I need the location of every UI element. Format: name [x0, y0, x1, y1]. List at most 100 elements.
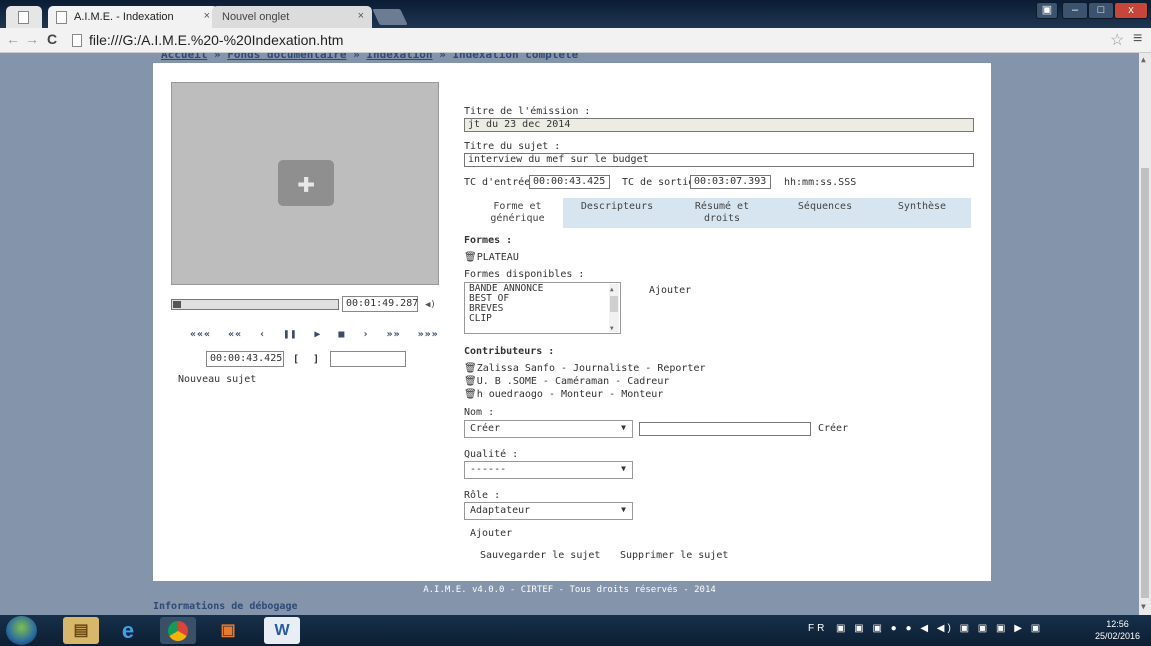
player-tc-out-field[interactable]	[330, 351, 406, 367]
tab-label: droits	[703, 213, 741, 224]
player-controls: ««« «« ‹ ❚❚ ▶ ■ › »» »»»	[190, 329, 449, 340]
close-window-button[interactable]: x	[1114, 2, 1148, 19]
video-player[interactable]: ✚	[171, 82, 439, 285]
word-icon[interactable]: W	[264, 617, 300, 644]
debug-info-link[interactable]: Informations de débogage	[153, 601, 298, 612]
role-label: Rôle :	[464, 490, 501, 501]
stop-button[interactable]: ■	[338, 329, 345, 340]
page-icon	[56, 11, 67, 24]
user-icon[interactable]: ▣	[1036, 2, 1058, 19]
breadcrumb-separator: »	[213, 53, 221, 61]
trash-icon[interactable]: 🗑	[464, 376, 477, 387]
forward-icon[interactable]: →	[25, 31, 39, 47]
bookmark-star-icon[interactable]: ☆	[1110, 30, 1124, 50]
role-select-value: Adaptateur	[470, 505, 531, 516]
emission-title-label: Titre de l'émission :	[464, 106, 591, 117]
tc-in-field[interactable]: 00:00:43.425	[529, 175, 610, 189]
role-select[interactable]: Adaptateur ▼	[464, 502, 633, 520]
nom-select[interactable]: Créer ▼	[464, 420, 633, 438]
address-bar[interactable]: file:///G:/A.I.M.E.%20-%20Indexation.htm	[89, 32, 343, 48]
nom-label: Nom :	[464, 407, 495, 418]
breadcrumb: Accueil » Fonds documentaire » Indexatio…	[161, 53, 578, 61]
breadcrumb-indexation[interactable]: Indexation	[366, 53, 432, 61]
add-forme-button[interactable]: Ajouter	[649, 285, 691, 296]
tab-forme-generique[interactable]: Forme et générique	[472, 198, 563, 228]
breadcrumb-separator: »	[439, 53, 446, 61]
qualite-select[interactable]: ------ ▼	[464, 461, 633, 479]
seek-position[interactable]	[173, 301, 181, 308]
forward-button[interactable]: »»	[387, 329, 401, 340]
close-tab-icon[interactable]: ×	[358, 10, 364, 22]
scroll-up-icon[interactable]: ▲	[610, 285, 614, 295]
page-icon	[18, 11, 29, 24]
chrome-icon[interactable]	[160, 617, 196, 644]
tab-new-tab[interactable]: Nouvel onglet ×	[212, 6, 372, 28]
seek-bar[interactable]	[171, 299, 339, 310]
trash-icon[interactable]: 🗑	[464, 252, 477, 263]
tab-descripteurs[interactable]: Descripteurs	[571, 201, 663, 213]
trash-icon[interactable]: 🗑	[464, 389, 477, 400]
page-scrollbar[interactable]: ▲ ▼	[1139, 53, 1151, 615]
tab-aime-indexation[interactable]: A.I.M.E. - Indexation ×	[48, 6, 218, 28]
scroll-thumb[interactable]	[610, 296, 618, 312]
scroll-up-icon[interactable]: ▲	[1141, 55, 1146, 64]
scroll-thumb[interactable]	[1141, 168, 1149, 598]
close-tab-icon[interactable]: ×	[204, 10, 210, 22]
internet-explorer-icon[interactable]: e	[110, 617, 146, 644]
create-contributor-button[interactable]: Créer	[818, 423, 848, 434]
subject-title-label: Titre du sujet :	[464, 141, 561, 152]
tc-out-field[interactable]: 00:03:07.393	[690, 175, 771, 189]
pinned-tab[interactable]	[6, 6, 42, 28]
breadcrumb-separator: »	[353, 53, 360, 61]
browser-title-bar: A.I.M.E. - Indexation × Nouvel onglet × …	[0, 0, 1151, 28]
breadcrumb-fonds[interactable]: Fonds documentaire	[227, 53, 346, 61]
save-subject-button[interactable]: Sauvegarder le sujet	[480, 550, 600, 561]
volume-icon[interactable]: ◀)	[425, 300, 436, 310]
plugin-missing-icon: ✚	[278, 160, 334, 206]
new-subject-link[interactable]: Nouveau sujet	[178, 374, 256, 385]
step-forward-button[interactable]: ›	[362, 329, 369, 340]
reload-icon[interactable]: C	[47, 31, 57, 47]
list-item[interactable]: CLIP	[469, 314, 616, 324]
language-indicator[interactable]: FR	[808, 623, 827, 634]
list-scrollbar[interactable]: ▲ ▼	[609, 284, 619, 332]
trash-icon[interactable]: 🗑	[464, 363, 477, 374]
back-icon[interactable]: ←	[6, 31, 20, 47]
player-tc-in-field[interactable]: 00:00:43.425	[206, 351, 284, 367]
fast-forward-button[interactable]: »»»	[418, 329, 439, 340]
tab-resume-droits[interactable]: Résumé et droits	[670, 201, 774, 225]
tab-label: générique	[490, 213, 545, 224]
pause-button[interactable]: ❚❚	[283, 329, 297, 340]
minimize-button[interactable]: –	[1062, 2, 1088, 19]
tab-sequences[interactable]: Séquences	[778, 201, 872, 213]
step-back-button[interactable]: ‹	[259, 329, 266, 340]
scroll-down-icon[interactable]: ▼	[610, 324, 614, 333]
maximize-button[interactable]: □	[1088, 2, 1114, 19]
scroll-down-icon[interactable]: ▼	[1141, 602, 1146, 611]
subject-title-field[interactable]: interview du mef sur le budget	[464, 153, 974, 167]
mark-in-button[interactable]: [	[293, 354, 299, 365]
add-contributor-button[interactable]: Ajouter	[470, 528, 512, 539]
tab-synthese[interactable]: Synthèse	[875, 201, 969, 213]
available-formes-list[interactable]: BANDE ANNONCE BEST OF BREVES CLIP ▲ ▼	[464, 282, 621, 334]
breadcrumb-home[interactable]: Accueil	[161, 53, 207, 61]
new-tab-button[interactable]	[372, 9, 408, 25]
chevron-down-icon: ▼	[621, 423, 626, 432]
system-tray-icons[interactable]: ▣ ▣ ▣ ● ● ◀ ◀) ▣ ▣ ▣ ▶ ▣	[836, 623, 1043, 634]
clock[interactable]: 12:56 25/02/2016	[1095, 618, 1140, 642]
media-player-icon[interactable]: ▣	[210, 617, 246, 644]
emission-title-field[interactable]: jt du 23 dec 2014	[464, 118, 974, 132]
fast-rewind-button[interactable]: «««	[190, 329, 211, 340]
file-explorer-icon[interactable]: ▤	[63, 617, 99, 644]
start-button[interactable]	[6, 616, 37, 645]
mark-out-button[interactable]: ]	[313, 354, 319, 365]
clock-time: 12:56	[1106, 619, 1129, 629]
page-viewport: Accueil » Fonds documentaire » Indexatio…	[0, 53, 1139, 615]
rewind-button[interactable]: ««	[228, 329, 242, 340]
delete-subject-button[interactable]: Supprimer le sujet	[620, 550, 728, 561]
duration-display: 00:01:49.287	[342, 296, 418, 312]
nom-input[interactable]	[639, 422, 811, 436]
clock-date: 25/02/2016	[1095, 631, 1141, 641]
menu-icon[interactable]: ≡	[1133, 30, 1142, 48]
play-button[interactable]: ▶	[314, 329, 321, 340]
